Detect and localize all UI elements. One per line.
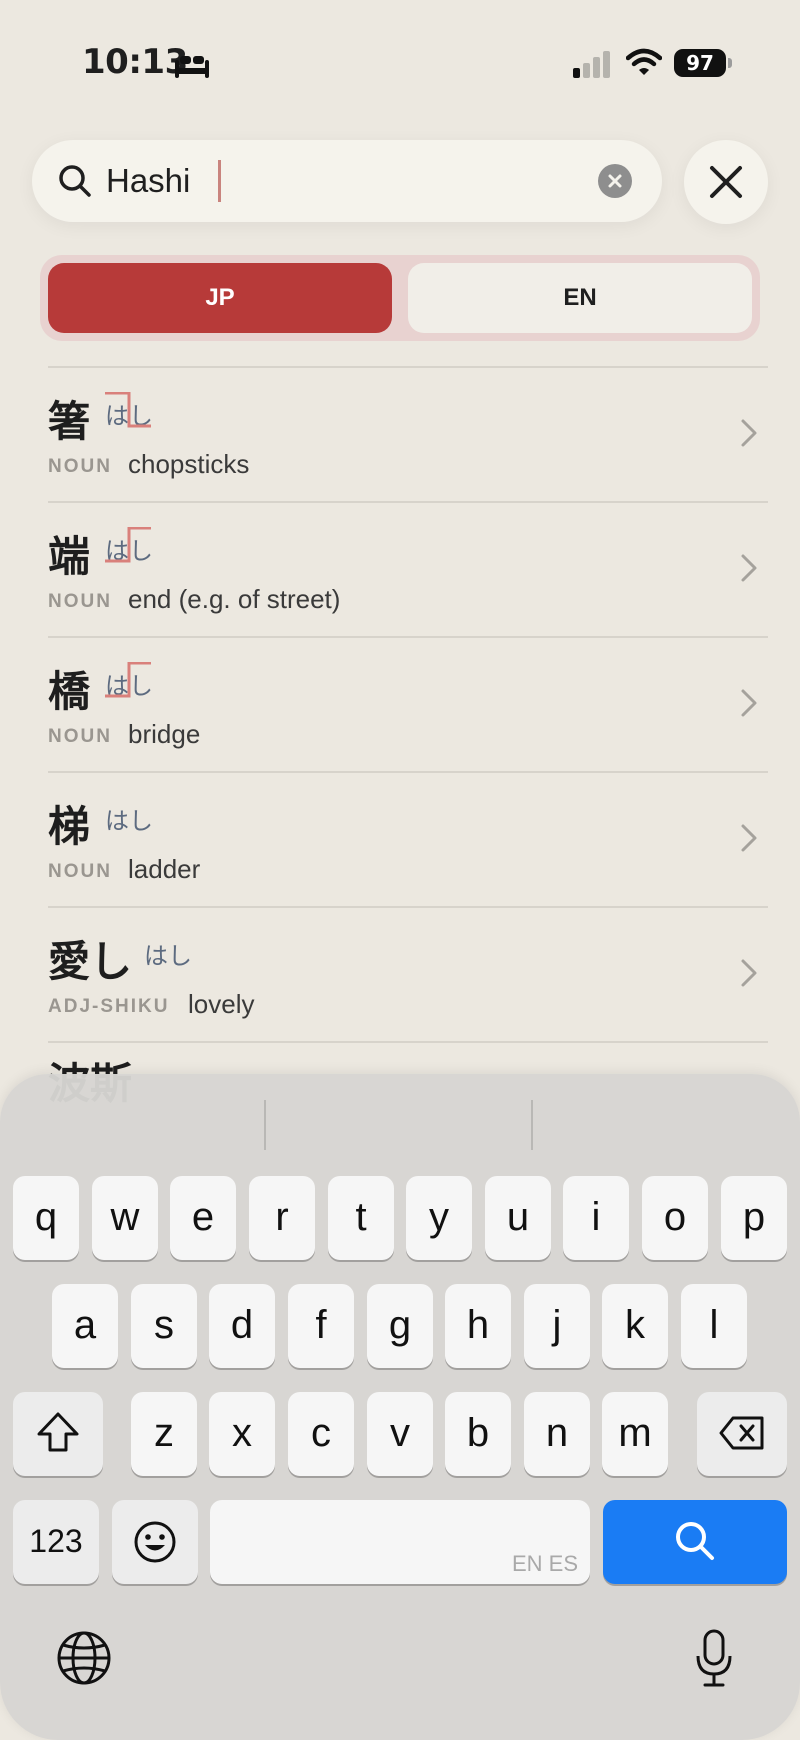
battery-indicator: 97 (674, 49, 726, 77)
pitch-accent-marker (105, 392, 151, 428)
chevron-right-icon (741, 419, 757, 447)
text-caret (218, 160, 221, 202)
key-e[interactable]: e (170, 1176, 236, 1260)
result-reading: はし (105, 807, 153, 835)
result-pos: ADJ-SHIKU (48, 996, 170, 1017)
result-meaning: chopsticks (128, 449, 250, 479)
key-r[interactable]: r (249, 1176, 315, 1260)
key-j[interactable]: j (524, 1284, 590, 1368)
pitch-accent-marker (105, 662, 151, 698)
suggestion-divider (264, 1100, 266, 1150)
key-o[interactable]: o (642, 1176, 708, 1260)
chevron-right-icon (741, 689, 757, 717)
close-button[interactable] (684, 140, 768, 224)
result-meaning: bridge (128, 719, 201, 749)
list-item[interactable]: 梯 はし NOUN ladder (48, 771, 768, 906)
clear-search-button[interactable] (598, 164, 632, 198)
key-y[interactable]: y (406, 1176, 472, 1260)
globe-icon[interactable] (56, 1630, 112, 1686)
chevron-right-icon (741, 824, 757, 852)
result-reading: はし (144, 942, 192, 970)
result-meaning: end (e.g. of street) (128, 584, 341, 614)
key-m[interactable]: m (602, 1392, 668, 1476)
key-t[interactable]: t (328, 1176, 394, 1260)
segment-jp[interactable]: JP (48, 263, 392, 333)
space-bar[interactable]: EN ES (210, 1500, 590, 1584)
key-z[interactable]: z (131, 1392, 197, 1476)
key-g[interactable]: g (367, 1284, 433, 1368)
list-item[interactable]: 橋 はし NOUN bridge (48, 636, 768, 771)
result-pos: NOUN (48, 726, 112, 747)
delete-icon (719, 1416, 764, 1450)
list-item[interactable]: 端 はし NOUN end (e.g. of street) (48, 501, 768, 636)
result-kanji: 端 (48, 532, 91, 581)
key-i[interactable]: i (563, 1176, 629, 1260)
key-f[interactable]: f (288, 1284, 354, 1368)
key-s[interactable]: s (131, 1284, 197, 1368)
result-kanji: 愛し (48, 937, 133, 986)
key-w[interactable]: w (92, 1176, 158, 1260)
key-q[interactable]: q (13, 1176, 79, 1260)
key-x[interactable]: x (209, 1392, 275, 1476)
key-u[interactable]: u (485, 1176, 551, 1260)
shift-icon (37, 1412, 79, 1452)
key-h[interactable]: h (445, 1284, 511, 1368)
numbers-key[interactable]: 123 (13, 1500, 99, 1584)
signal-icon (573, 51, 610, 78)
wifi-icon (626, 48, 662, 75)
result-kanji: 梯 (48, 802, 91, 851)
key-n[interactable]: n (524, 1392, 590, 1476)
shift-key[interactable] (13, 1392, 103, 1476)
key-b[interactable]: b (445, 1392, 511, 1476)
close-icon (710, 166, 742, 198)
emoji-icon (134, 1521, 176, 1563)
microphone-icon[interactable] (694, 1628, 734, 1688)
language-segmented-control: JP EN (40, 255, 760, 341)
battery-tip (728, 58, 732, 68)
suggestion-divider (531, 1100, 533, 1150)
segment-en[interactable]: EN (408, 263, 752, 333)
key-k[interactable]: k (602, 1284, 668, 1368)
list-item[interactable]: 愛し はし ADJ-SHIKU lovely (48, 906, 768, 1043)
search-icon (59, 165, 91, 197)
result-pos: NOUN (48, 456, 112, 477)
status-bar: 10:13 97 (0, 0, 800, 130)
emoji-key[interactable] (112, 1500, 198, 1584)
keyboard-search-key[interactable] (603, 1500, 787, 1584)
result-pos: NOUN (48, 591, 112, 612)
space-language-label: EN ES (511, 1551, 578, 1576)
key-v[interactable]: v (367, 1392, 433, 1476)
chevron-right-icon (741, 554, 757, 582)
key-a[interactable]: a (52, 1284, 118, 1368)
result-kanji: 橋 (48, 667, 91, 716)
result-meaning: lovely (188, 989, 255, 1019)
delete-key[interactable] (697, 1392, 787, 1476)
result-pos: NOUN (48, 861, 112, 882)
key-d[interactable]: d (209, 1284, 275, 1368)
key-l[interactable]: l (681, 1284, 747, 1368)
status-time: 10:13 (82, 42, 188, 82)
key-p[interactable]: p (721, 1176, 787, 1260)
keyboard: q w e r t y u i o p a s d f g h j k l z … (0, 1074, 800, 1740)
search-icon (676, 1522, 714, 1560)
search-input[interactable] (106, 140, 556, 222)
bed-icon (175, 56, 209, 78)
results-list: 箸 はし NOUN chopsticks 端 はし NOUN end (e.g.… (48, 366, 768, 1043)
result-meaning: ladder (128, 854, 201, 884)
search-bar[interactable] (32, 140, 662, 222)
clear-icon (608, 174, 622, 188)
pitch-accent-marker (105, 527, 151, 563)
chevron-right-icon (741, 959, 757, 987)
result-kanji: 箸 (48, 397, 91, 446)
list-item[interactable]: 箸 はし NOUN chopsticks (48, 366, 768, 501)
key-c[interactable]: c (288, 1392, 354, 1476)
